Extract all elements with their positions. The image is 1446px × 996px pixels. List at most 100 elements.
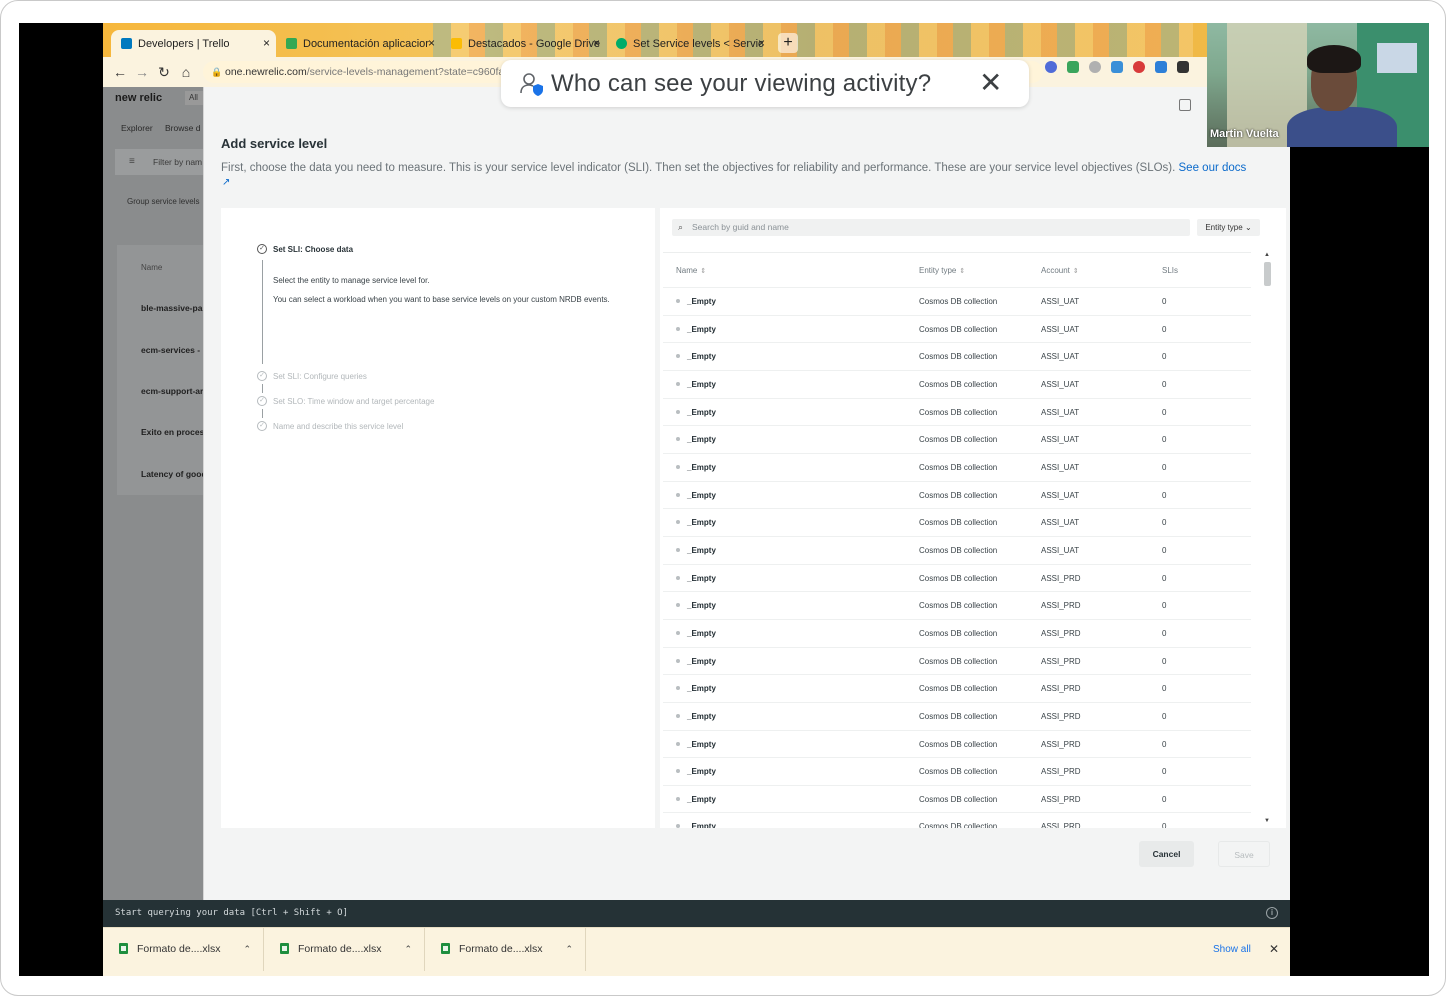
- close-tab-icon[interactable]: ×: [593, 36, 600, 50]
- tab-google-drive[interactable]: Destacados - Google Drive ×: [441, 30, 606, 57]
- list-item[interactable]: ecm-support-ar: [141, 386, 203, 396]
- step-time-window[interactable]: ✓ Set SLO: Time window and target percen…: [257, 396, 434, 406]
- table-row[interactable]: _Empty Cosmos DB collection ASSI_PRD 0: [663, 591, 1251, 619]
- filter-input[interactable]: ≡ Filter by nam: [115, 149, 203, 175]
- account-selector[interactable]: All: [185, 91, 203, 105]
- sort-icon: ⇕: [1072, 268, 1079, 275]
- menu-explorer[interactable]: Explorer: [121, 123, 153, 133]
- cell-account: ASSI_PRD: [1041, 656, 1081, 666]
- menu-browse[interactable]: Browse d: [165, 123, 200, 133]
- cell-slis: 0: [1162, 601, 1167, 611]
- step-configure-queries[interactable]: ✓ Set SLI: Configure queries: [257, 371, 367, 381]
- table-row[interactable]: _Empty Cosmos DB collection ASSI_PRD 0: [663, 784, 1251, 813]
- cancel-button[interactable]: Cancel: [1139, 841, 1194, 867]
- extension-icon[interactable]: [1155, 61, 1167, 73]
- info-icon[interactable]: i: [1266, 907, 1278, 919]
- chevron-up-icon[interactable]: ⌃: [565, 928, 573, 971]
- table-row[interactable]: _Empty Cosmos DB collection ASSI_PRD 0: [663, 646, 1251, 675]
- list-item[interactable]: Exito en proces: [141, 427, 204, 437]
- docs-link[interactable]: See our docs: [1179, 162, 1247, 174]
- cell-type: Cosmos DB collection: [919, 490, 998, 500]
- scroll-up-icon[interactable]: ▲: [1264, 252, 1270, 258]
- tab-strip: Developers | Trello × Documentación apli…: [103, 23, 1290, 57]
- table-row[interactable]: _Empty Cosmos DB collection ASSI_UAT 0: [663, 480, 1251, 509]
- back-icon[interactable]: ←: [111, 63, 129, 81]
- save-button[interactable]: Save: [1218, 841, 1270, 867]
- cell-name: _Empty: [687, 684, 716, 694]
- sort-icon: ⇕: [959, 268, 966, 275]
- column-header-slis[interactable]: SLIs: [1162, 266, 1178, 275]
- cam-background: [1377, 43, 1417, 73]
- search-placeholder: Search by guid and name: [692, 222, 789, 232]
- table-row[interactable]: _Empty Cosmos DB collection ASSI_UAT 0: [663, 508, 1251, 536]
- puzzle-icon[interactable]: [1177, 61, 1189, 73]
- entity-type-dropdown[interactable]: Entity type ⌄: [1197, 219, 1260, 236]
- close-tab-icon[interactable]: ×: [428, 36, 435, 50]
- table-row[interactable]: _Empty Cosmos DB collection ASSI_PRD 0: [663, 812, 1251, 828]
- table-row[interactable]: _Empty Cosmos DB collection ASSI_PRD 0: [663, 674, 1251, 702]
- table-row[interactable]: _Empty Cosmos DB collection ASSI_UAT 0: [663, 342, 1251, 370]
- download-item[interactable]: Formato de....xlsx ⌃: [425, 928, 586, 971]
- tab-trello[interactable]: Developers | Trello ×: [111, 30, 276, 57]
- modal-intro: First, choose the data you need to measu…: [221, 160, 1281, 176]
- table-row[interactable]: _Empty Cosmos DB collection ASSI_PRD 0: [663, 729, 1251, 758]
- new-tab-button[interactable]: +: [778, 33, 798, 53]
- table-scrollbar[interactable]: ▲ ▼: [1264, 252, 1271, 824]
- home-icon[interactable]: ⌂: [177, 63, 195, 81]
- table-row[interactable]: _Empty Cosmos DB collection ASSI_PRD 0: [663, 618, 1251, 647]
- list-item[interactable]: ble-massive-pa: [141, 303, 202, 313]
- forward-icon[interactable]: →: [133, 63, 151, 81]
- table-row[interactable]: _Empty Cosmos DB collection ASSI_UAT 0: [663, 452, 1251, 481]
- close-downloads-icon[interactable]: ✕: [1269, 928, 1279, 971]
- table-row[interactable]: _Empty Cosmos DB collection ASSI_UAT 0: [663, 314, 1251, 343]
- cell-name: _Empty: [687, 656, 716, 666]
- list-item[interactable]: Latency of good: [141, 469, 207, 479]
- extension-icon[interactable]: [1111, 61, 1123, 73]
- download-item[interactable]: Formato de....xlsx ⌃: [264, 928, 425, 971]
- list-item[interactable]: ecm-services -: [141, 345, 200, 355]
- external-link-icon[interactable]: ↗: [222, 177, 230, 188]
- list-header[interactable]: Name: [141, 263, 162, 272]
- extension-icon[interactable]: [1067, 61, 1079, 73]
- adblock-icon[interactable]: [1133, 61, 1145, 73]
- scroll-thumb[interactable]: [1264, 262, 1271, 286]
- download-item[interactable]: Formato de....xlsx ⌃: [103, 928, 264, 971]
- table-row[interactable]: _Empty Cosmos DB collection ASSI_UAT 0: [663, 535, 1251, 564]
- query-bar[interactable]: Start querying your data [Ctrl + Shift +…: [103, 900, 1290, 927]
- step-name-describe[interactable]: ✓ Name and describe this service level: [257, 421, 403, 431]
- column-header-account[interactable]: Account ⇕: [1041, 266, 1079, 275]
- group-service-levels[interactable]: Group service levels: [127, 197, 199, 206]
- table-row[interactable]: _Empty Cosmos DB collection ASSI_PRD 0: [663, 563, 1251, 592]
- chevron-up-icon[interactable]: ⌃: [243, 928, 251, 971]
- cell-slis: 0: [1162, 545, 1167, 555]
- table-row[interactable]: _Empty Cosmos DB collection ASSI_UAT 0: [663, 425, 1251, 453]
- table-row[interactable]: _Empty Cosmos DB collection ASSI_UAT 0: [663, 369, 1251, 398]
- cell-name: _Empty: [687, 435, 716, 445]
- cell-name: _Empty: [687, 545, 716, 555]
- column-header-name[interactable]: Name ⇕: [676, 266, 706, 275]
- close-tab-icon[interactable]: ×: [263, 36, 270, 50]
- newrelic-logo[interactable]: new relic: [115, 92, 162, 104]
- cell-type: Cosmos DB collection: [919, 379, 998, 389]
- reload-icon[interactable]: ↻: [155, 63, 173, 81]
- close-tab-icon[interactable]: ×: [758, 36, 765, 50]
- column-header-entity-type[interactable]: Entity type ⇕: [919, 266, 965, 275]
- tab-documentacion[interactable]: Documentación aplicacior ×: [276, 30, 441, 57]
- cell-type: Cosmos DB collection: [919, 352, 998, 362]
- chevron-up-icon[interactable]: ⌃: [404, 928, 412, 971]
- table-row[interactable]: _Empty Cosmos DB collection ASSI_PRD 0: [663, 757, 1251, 785]
- step-connector: [262, 260, 263, 364]
- table-row[interactable]: _Empty Cosmos DB collection ASSI_PRD 0: [663, 701, 1251, 730]
- close-popup-button[interactable]: ✕: [979, 68, 1002, 98]
- scroll-down-icon[interactable]: ▼: [1264, 818, 1270, 824]
- table-row[interactable]: _Empty Cosmos DB collection ASSI_UAT 0: [663, 397, 1251, 426]
- check-circle-icon: ✓: [257, 396, 267, 406]
- step-choose-data[interactable]: ✓ Set SLI: Choose data: [257, 244, 353, 254]
- table-row[interactable]: _Empty Cosmos DB collection ASSI_UAT 0: [663, 287, 1251, 315]
- side-panel-icon[interactable]: [1179, 99, 1191, 111]
- tab-service-levels[interactable]: Set Service levels < Servic ×: [606, 30, 771, 57]
- extension-icon[interactable]: [1045, 61, 1057, 73]
- show-all-downloads-link[interactable]: Show all: [1213, 928, 1251, 971]
- extension-icon[interactable]: [1089, 61, 1101, 73]
- entity-search-input[interactable]: ⌕ Search by guid and name: [672, 219, 1190, 236]
